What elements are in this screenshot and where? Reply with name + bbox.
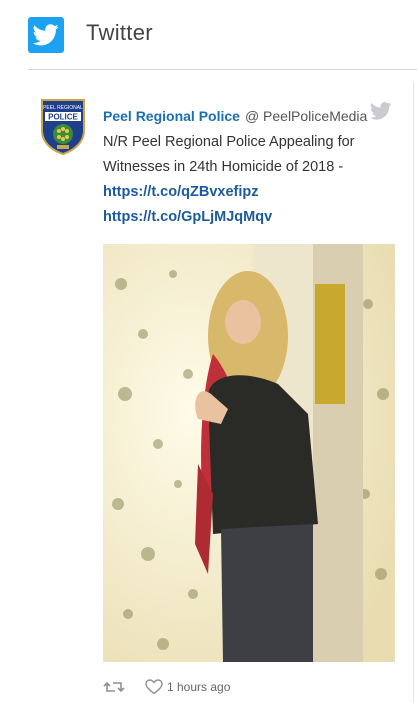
peel-regional-police-badge-icon: PEEL REGIONAL POLICE [41,99,85,156]
avatar[interactable]: PEEL REGIONAL POLICE [38,96,88,156]
photo-illustration [103,244,395,662]
widget-header: Twitter [0,0,417,70]
tweet-body: N/R Peel Regional Police Appealing for W… [103,134,355,175]
tweet-text: N/R Peel Regional Police Appealing for W… [103,130,398,230]
twitter-bird-icon [33,24,59,46]
author-handle[interactable]: @ PeelPoliceMedia [245,108,367,124]
tweet-card[interactable]: PEEL REGIONAL POLICE Peel Regional Polic… [28,82,414,703]
retweet-icon[interactable] [103,679,125,695]
tweet-actions: 1 hours ago [103,676,230,698]
tweet-photo[interactable] [103,244,395,662]
tweet-link-1[interactable]: https://t.co/qZBvxefipz [103,180,398,205]
tweet-timestamp[interactable]: 1 hours ago [167,680,230,694]
badge-top-text: PEEL REGIONAL [43,105,83,111]
twitter-bird-icon[interactable] [370,102,392,120]
badge-main-text: POLICE [48,113,78,122]
heart-icon[interactable] [145,679,163,695]
author-line: Peel Regional Police @ PeelPoliceMedia [103,108,367,124]
author-name[interactable]: Peel Regional Police [103,108,240,124]
tweet-link-2[interactable]: https://t.co/GpLjMJqMqv [103,205,398,230]
widget-title: Twitter [86,20,153,45]
twitter-logo[interactable] [28,17,64,53]
header-divider [28,69,417,70]
